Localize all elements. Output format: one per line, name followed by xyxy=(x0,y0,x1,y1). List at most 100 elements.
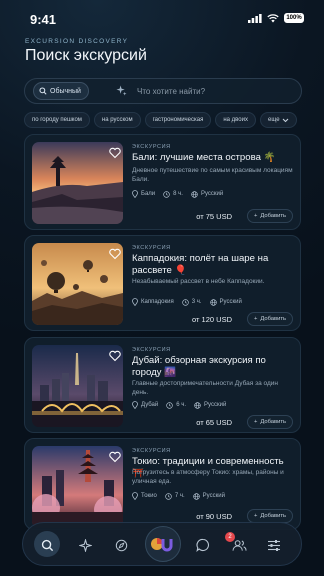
add-button[interactable]: + Добавить xyxy=(246,509,293,523)
search-bar[interactable]: Обычный xyxy=(24,78,302,104)
plus-icon: + xyxy=(253,513,258,519)
favorite-heart-icon[interactable] xyxy=(109,350,121,362)
meta-location: Бали xyxy=(132,190,155,198)
meta-language-text: Русский xyxy=(219,299,242,305)
compass-icon xyxy=(115,539,127,551)
excursion-description: Незабываемый рассвет в небе Каппадокии. xyxy=(132,278,265,285)
add-button[interactable]: + Добавить xyxy=(246,415,293,429)
add-button-label: Добавить xyxy=(260,213,286,219)
meta-location-text: Дубай xyxy=(141,402,159,408)
nav-ai[interactable] xyxy=(75,535,95,555)
add-button[interactable]: + Добавить xyxy=(246,209,293,223)
chip-more[interactable]: еще xyxy=(260,112,297,128)
meta-duration: 7 ч. xyxy=(165,492,185,500)
excursion-title[interactable]: Бали: лучшие места острова 🌴 xyxy=(132,152,294,164)
nav-center-logo-button[interactable]: GU xyxy=(145,526,181,562)
excursion-description: Дневное путешествие по самым красивым ло… xyxy=(132,167,293,183)
add-button-label: Добавить xyxy=(260,513,286,519)
meta-location: Дубай xyxy=(132,401,158,409)
excursion-card[interactable]: ЭКСКУРСИЯ Токио: традиции и современност… xyxy=(24,438,301,530)
meta-duration: 6 ч. xyxy=(166,401,187,409)
plus-icon: + xyxy=(253,213,258,219)
search-icon xyxy=(41,539,53,551)
meta-location: Каппадокия xyxy=(132,298,174,306)
excursion-meta: Токио 7 ч. Русский xyxy=(132,492,225,500)
bottom-nav: GU 2 xyxy=(22,522,302,566)
favorite-heart-icon[interactable] xyxy=(109,147,121,159)
excursion-meta: Бали 8 ч. Русский xyxy=(132,190,223,198)
meta-duration-text: 7 ч. xyxy=(174,493,185,499)
chip-walking[interactable]: по городу пешком xyxy=(24,112,90,128)
meta-language: Русский xyxy=(209,298,242,306)
sliders-icon xyxy=(268,539,280,551)
clock-icon xyxy=(165,492,172,500)
meta-duration-text: 6 ч. xyxy=(176,402,187,408)
status-time: 9:41 xyxy=(30,12,57,27)
add-button-label: Добавить xyxy=(260,419,286,425)
chip-couple[interactable]: на двоих xyxy=(215,112,256,128)
excursion-meta: Каппадокия 3 ч. Русский xyxy=(132,298,242,306)
meta-location-text: Каппадокия xyxy=(141,299,174,305)
signal-icon xyxy=(248,13,262,23)
plus-icon: + xyxy=(253,316,258,322)
excursion-card[interactable]: ЭКСКУРСИЯ Каппадокия: полёт на шаре на р… xyxy=(24,235,301,331)
excursion-kind: ЭКСКУРСИЯ xyxy=(132,144,171,150)
excursion-description: Погрузитесь в атмосферу Токио: храмы, ра… xyxy=(132,469,284,485)
meta-location: Токио xyxy=(132,492,157,500)
nav-search[interactable] xyxy=(37,535,57,555)
chat-bubble-icon xyxy=(196,538,209,552)
chip-gastronomy[interactable]: гастрономическая xyxy=(144,112,212,128)
meta-language: Русский xyxy=(194,401,226,409)
excursion-title[interactable]: Каппадокия: полёт на шаре на рассвете 🎈 xyxy=(132,253,294,277)
nav-chat[interactable] xyxy=(193,535,213,555)
excursion-price: от 65 USD xyxy=(196,418,232,427)
add-button[interactable]: + Добавить xyxy=(246,312,293,326)
location-pin-icon xyxy=(132,492,138,500)
globe-icon xyxy=(191,190,198,198)
chip-russian[interactable]: на русском xyxy=(93,112,141,128)
meta-duration: 3 ч. xyxy=(181,298,202,306)
page-title: Поиск экскурсий xyxy=(25,47,147,64)
location-pin-icon xyxy=(132,190,138,198)
app-logo-icon xyxy=(151,538,173,552)
search-input[interactable] xyxy=(137,83,287,99)
app-screen: 9:41 100% EXCURSION DISCOVERY Поиск экск… xyxy=(0,0,324,576)
excursion-price: от 75 USD xyxy=(196,212,232,221)
status-icons: 100% xyxy=(248,13,304,23)
add-button-label: Добавить xyxy=(260,316,286,322)
status-bar: 9:41 100% xyxy=(0,0,324,32)
search-icon xyxy=(39,87,47,95)
excursion-price: от 120 USD xyxy=(192,315,232,324)
nav-settings[interactable] xyxy=(264,535,284,555)
clock-icon xyxy=(181,298,189,306)
globe-icon xyxy=(194,401,201,409)
favorite-heart-icon[interactable] xyxy=(109,451,121,463)
wifi-icon xyxy=(267,13,279,22)
battery-icon: 100% xyxy=(284,13,304,23)
globe-icon xyxy=(209,298,217,306)
chip-more-label: еще xyxy=(268,117,280,123)
excursion-price: от 90 USD xyxy=(196,512,232,521)
excursion-card[interactable]: ЭКСКУРСИЯ Дубай: обзорная экскурсия по г… xyxy=(24,337,301,433)
header-eyebrow: EXCURSION DISCOVERY xyxy=(25,38,129,45)
search-mode-button[interactable]: Обычный xyxy=(33,82,89,100)
globe-icon xyxy=(192,492,200,500)
meta-duration: 8 ч. xyxy=(163,190,183,198)
location-pin-icon xyxy=(132,401,138,409)
nav-people[interactable] xyxy=(229,535,249,555)
excursion-meta: Дубай 6 ч. Русский xyxy=(132,401,226,409)
meta-duration-text: 8 ч. xyxy=(173,191,183,197)
meta-location-text: Токио xyxy=(141,493,157,499)
search-mode-label: Обычный xyxy=(50,87,81,95)
nav-explore[interactable] xyxy=(111,535,131,555)
meta-language-text: Русский xyxy=(200,191,224,197)
sparkles-icon[interactable] xyxy=(116,85,127,96)
excursion-title[interactable]: Дубай: обзорная экскурсия по городу 🌆 xyxy=(132,355,294,379)
meta-duration-text: 3 ч. xyxy=(191,299,202,305)
meta-language: Русский xyxy=(191,190,224,198)
filter-chips: по городу пешком на русском гастрономиче… xyxy=(24,112,297,128)
favorite-heart-icon[interactable] xyxy=(109,248,121,260)
excursion-card[interactable]: ЭКСКУРСИЯ Бали: лучшие места острова 🌴 Д… xyxy=(24,134,301,230)
clock-icon xyxy=(166,401,173,409)
sparkle-icon xyxy=(78,538,92,552)
